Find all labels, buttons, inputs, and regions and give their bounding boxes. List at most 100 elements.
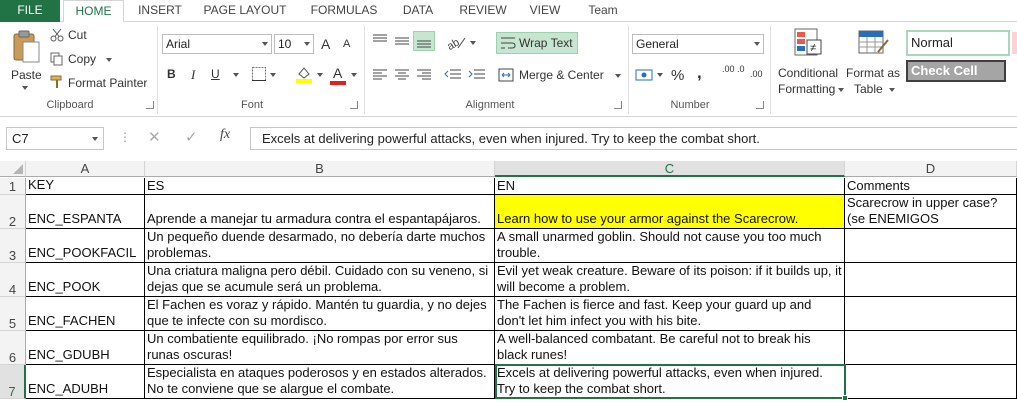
cell-d2[interactable]: Scarecrow in upper case? (se ENEMIGOS bbox=[845, 195, 1017, 229]
cell-c5[interactable]: The Fachen is fierce and fast. Keep your… bbox=[495, 297, 845, 331]
chevron-down-icon[interactable] bbox=[470, 41, 476, 45]
cell-c7[interactable]: Excels at delivering powerful attacks, e… bbox=[495, 365, 845, 399]
cell-a7[interactable]: ENC_ADUBH bbox=[26, 365, 145, 399]
cut-button[interactable]: Cut bbox=[50, 26, 140, 44]
shrink-font-button[interactable]: A bbox=[343, 38, 350, 50]
more-icon[interactable]: ⋮ bbox=[119, 130, 131, 144]
chevron-down-icon[interactable] bbox=[270, 73, 276, 77]
cell-c2[interactable]: Learn how to use your armor against the … bbox=[495, 195, 845, 229]
tab-review[interactable]: REVIEW bbox=[452, 0, 514, 22]
cell-d3[interactable] bbox=[845, 229, 1017, 263]
row-header-4[interactable]: 4 bbox=[0, 263, 26, 297]
cell-a4[interactable]: ENC_POOK bbox=[26, 263, 145, 297]
tab-page-layout[interactable]: PAGE LAYOUT bbox=[197, 0, 293, 22]
tab-insert[interactable]: INSERT bbox=[130, 0, 190, 22]
cell-d4[interactable] bbox=[845, 263, 1017, 297]
tab-team[interactable]: Team bbox=[578, 0, 628, 22]
font-name-select[interactable]: Arial bbox=[162, 34, 272, 54]
name-box[interactable]: C7 bbox=[6, 127, 104, 150]
align-left-icon[interactable] bbox=[372, 68, 388, 82]
column-header-a[interactable]: A bbox=[26, 161, 145, 177]
percent-style-button[interactable]: % bbox=[671, 67, 684, 84]
chevron-down-icon[interactable] bbox=[92, 137, 98, 141]
cell-d5[interactable] bbox=[845, 297, 1017, 331]
decrease-decimal-button[interactable]: .00 bbox=[750, 69, 763, 79]
currency-icon[interactable] bbox=[635, 67, 653, 83]
decrease-indent-icon[interactable] bbox=[444, 68, 462, 82]
orientation-icon[interactable]: ab bbox=[446, 34, 466, 50]
italic-button[interactable]: I bbox=[191, 67, 195, 83]
cell-d1[interactable]: Comments bbox=[845, 178, 1017, 195]
format-as-table-button[interactable]: Format as Table bbox=[846, 26, 902, 96]
dialog-launcher-icon[interactable] bbox=[756, 101, 764, 109]
cell-c6[interactable]: A well-balanced combatant. Be careful no… bbox=[495, 331, 845, 365]
cell-a5[interactable]: ENC_FACHEN bbox=[26, 297, 145, 331]
paste-button[interactable]: Paste bbox=[8, 28, 44, 94]
align-right-icon[interactable] bbox=[416, 68, 432, 82]
number-format-select[interactable]: General bbox=[632, 34, 764, 54]
cell-a1[interactable]: KEY bbox=[26, 178, 145, 195]
font-size-select[interactable]: 10 bbox=[274, 34, 314, 54]
insert-function-icon[interactable]: fx bbox=[220, 127, 230, 143]
chevron-down-icon[interactable] bbox=[657, 73, 663, 77]
chevron-down-icon[interactable] bbox=[351, 73, 357, 77]
format-painter-button[interactable]: Format Painter bbox=[50, 74, 150, 92]
align-top-icon[interactable] bbox=[372, 34, 388, 48]
copy-button[interactable]: Copy bbox=[50, 50, 140, 68]
conditional-formatting-button[interactable]: ≠ Conditional Formatting bbox=[776, 26, 844, 96]
font-color-button[interactable]: A bbox=[333, 65, 342, 81]
cell-a2[interactable]: ENC_ESPANTA bbox=[26, 195, 145, 229]
cell-b2[interactable]: Aprende a manejar tu armadura contra el … bbox=[145, 195, 495, 229]
fill-handle[interactable] bbox=[842, 395, 848, 401]
borders-icon[interactable] bbox=[251, 66, 267, 82]
increase-indent-icon[interactable] bbox=[468, 68, 486, 82]
column-header-b[interactable]: B bbox=[145, 161, 495, 177]
style-normal[interactable]: Normal bbox=[906, 30, 1010, 56]
cancel-icon[interactable]: ✕ bbox=[148, 128, 161, 146]
cell-d6[interactable] bbox=[845, 331, 1017, 365]
column-header-c[interactable]: C bbox=[495, 161, 845, 177]
select-all-corner[interactable] bbox=[0, 161, 26, 177]
row-header-1[interactable]: 1 bbox=[0, 178, 26, 195]
tab-file[interactable]: FILE bbox=[0, 0, 60, 22]
tab-formulas[interactable]: FORMULAS bbox=[303, 0, 385, 22]
cell-a3[interactable]: ENC_POOKFACIL bbox=[26, 229, 145, 263]
chevron-down-icon[interactable] bbox=[233, 73, 239, 77]
row-header-2[interactable]: 2 bbox=[0, 195, 26, 229]
dialog-launcher-icon[interactable] bbox=[350, 101, 358, 109]
cell-c1[interactable]: EN bbox=[495, 178, 845, 195]
align-center-icon[interactable] bbox=[394, 68, 410, 82]
row-header-5[interactable]: 5 bbox=[0, 297, 26, 331]
align-bottom-button[interactable] bbox=[413, 31, 435, 51]
cell-b6[interactable]: Un combatiente equilibrado. ¡No rompas p… bbox=[145, 331, 495, 365]
cell-c4[interactable]: Evil yet weak creature. Beware of its po… bbox=[495, 263, 845, 297]
tab-data[interactable]: DATA bbox=[394, 0, 442, 22]
row-header-3[interactable]: 3 bbox=[0, 229, 26, 263]
underline-button[interactable]: U bbox=[211, 67, 220, 81]
chevron-down-icon[interactable] bbox=[317, 73, 323, 77]
cell-d7[interactable] bbox=[845, 365, 1017, 399]
column-header-d[interactable]: D bbox=[845, 161, 1017, 177]
row-header-6[interactable]: 6 bbox=[0, 331, 26, 365]
merge-center-button[interactable]: Merge & Center bbox=[498, 66, 624, 84]
enter-icon[interactable]: ✓ bbox=[185, 128, 198, 146]
bold-button[interactable]: B bbox=[167, 67, 176, 81]
grow-font-button[interactable]: A bbox=[321, 36, 330, 52]
style-bad[interactable] bbox=[1012, 32, 1017, 54]
increase-decimal-button[interactable]: .00 .0 bbox=[722, 65, 746, 74]
fill-color-icon[interactable] bbox=[295, 65, 313, 83]
cell-b4[interactable]: Una criatura maligna pero débil. Cuidado… bbox=[145, 263, 495, 297]
align-middle-icon[interactable] bbox=[394, 34, 410, 48]
cell-b1[interactable]: ES bbox=[145, 178, 495, 195]
row-header-7[interactable]: 7 bbox=[0, 365, 26, 399]
dialog-launcher-icon[interactable] bbox=[614, 101, 622, 109]
chevron-down-icon[interactable] bbox=[106, 58, 112, 62]
dialog-launcher-icon[interactable] bbox=[146, 101, 154, 109]
cell-a6[interactable]: ENC_GDUBH bbox=[26, 331, 145, 365]
tab-home[interactable]: HOME bbox=[63, 0, 124, 23]
style-check-cell[interactable]: Check Cell bbox=[906, 60, 1006, 82]
formula-input[interactable]: Excels at delivering powerful attacks, e… bbox=[250, 127, 1017, 150]
cell-c3[interactable]: A small unarmed goblin. Should not cause… bbox=[495, 229, 845, 263]
cell-b7[interactable]: Especialista en ataques poderosos y en e… bbox=[145, 365, 495, 399]
cell-b3[interactable]: Un pequeño duende desarmado, no debería … bbox=[145, 229, 495, 263]
